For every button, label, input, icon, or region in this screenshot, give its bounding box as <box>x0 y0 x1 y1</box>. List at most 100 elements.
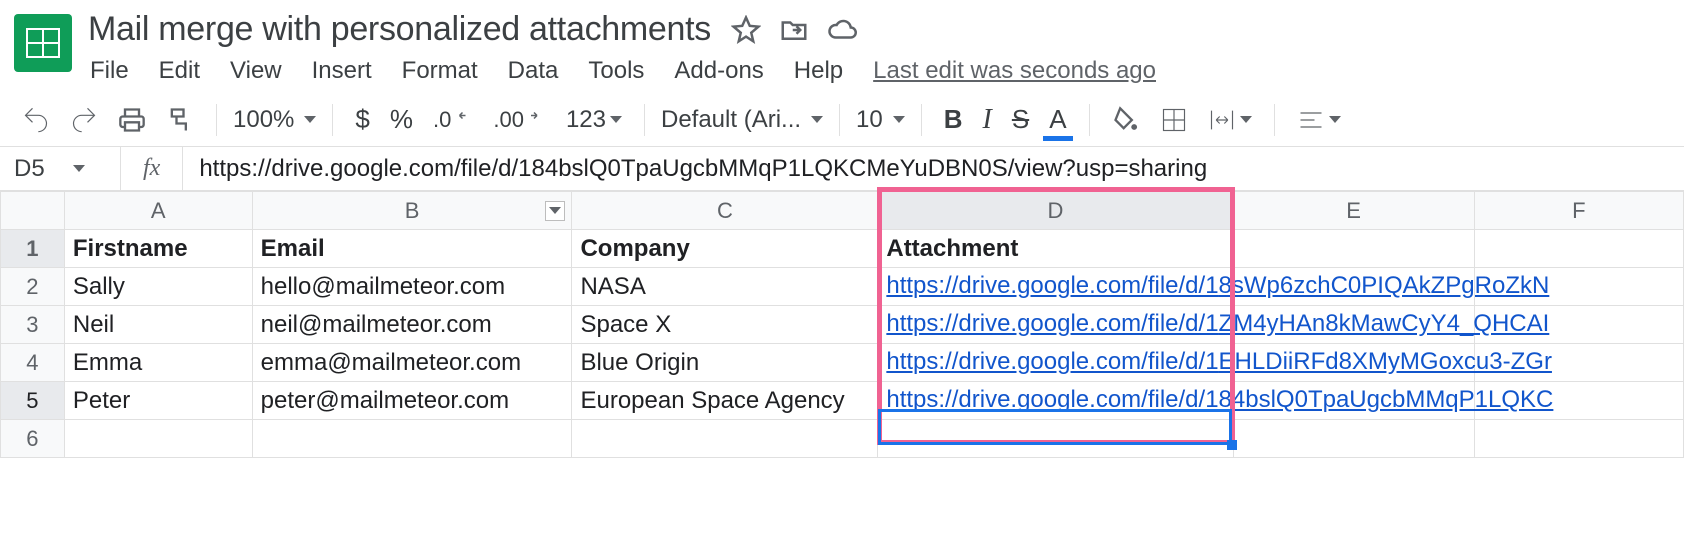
row-number[interactable]: 5 <box>1 382 65 420</box>
attachment-link[interactable]: https://drive.google.com/file/d/1EHLDiiR… <box>886 348 1552 375</box>
row-number[interactable]: 6 <box>1 420 65 458</box>
table-row: 5 Peter peter@mailmeteor.com European Sp… <box>1 382 1684 420</box>
table-row: 4 Emma emma@mailmeteor.com Blue Origin h… <box>1 344 1684 382</box>
menu-addons[interactable]: Add-ons <box>674 57 763 85</box>
paint-format-button[interactable] <box>160 102 200 138</box>
chevron-down-icon <box>811 116 823 123</box>
document-title[interactable]: Mail merge with personalized attachments <box>86 10 713 49</box>
move-to-folder-icon[interactable] <box>779 15 809 45</box>
cell[interactable] <box>1474 230 1683 268</box>
col-header-D[interactable]: D <box>878 192 1233 230</box>
row-number[interactable]: 3 <box>1 306 65 344</box>
cell[interactable]: Company <box>572 230 878 268</box>
attachment-link[interactable]: https://drive.google.com/file/d/184bslQ0… <box>886 386 1553 413</box>
horizontal-align-button[interactable] <box>1291 102 1347 138</box>
merge-cells-button[interactable] <box>1202 102 1258 138</box>
cell[interactable]: NASA <box>572 268 878 306</box>
column-header-row: A B C D E F <box>1 192 1684 230</box>
menu-view[interactable]: View <box>230 57 282 85</box>
redo-button[interactable] <box>64 102 104 138</box>
cell[interactable] <box>252 420 572 458</box>
cell[interactable]: Space X <box>572 306 878 344</box>
cell[interactable]: Peter <box>64 382 252 420</box>
header-row: 1 Firstname Email Company Attachment <box>1 230 1684 268</box>
col-header-F[interactable]: F <box>1474 192 1683 230</box>
col-header-E[interactable]: E <box>1233 192 1474 230</box>
increase-decimal-button[interactable]: .00 <box>487 103 552 137</box>
chevron-down-icon <box>893 116 905 123</box>
cell[interactable]: Emma <box>64 344 252 382</box>
cell-active[interactable]: https://drive.google.com/file/d/184bslQ0… <box>878 382 1233 420</box>
print-button[interactable] <box>112 102 152 138</box>
cell[interactable]: emma@mailmeteor.com <box>252 344 572 382</box>
col-header-B[interactable]: B <box>252 192 572 230</box>
attachment-link[interactable]: https://drive.google.com/file/d/1ZM4yHAn… <box>886 310 1549 337</box>
fill-color-button[interactable] <box>1106 102 1146 138</box>
format-percent-button[interactable]: % <box>384 100 419 139</box>
cell[interactable]: Email <box>252 230 572 268</box>
cell[interactable]: neil@mailmeteor.com <box>252 306 572 344</box>
table-row: 6 <box>1 420 1684 458</box>
undo-button[interactable] <box>16 102 56 138</box>
row-number[interactable]: 2 <box>1 268 65 306</box>
chevron-down-icon <box>304 116 316 123</box>
cell[interactable]: hello@mailmeteor.com <box>252 268 572 306</box>
last-edit-link[interactable]: Last edit was seconds ago <box>873 57 1156 85</box>
title-bar: Mail merge with personalized attachments… <box>0 0 1684 93</box>
format-currency-button[interactable]: $ <box>349 100 375 139</box>
row-number[interactable]: 1 <box>1 230 65 268</box>
borders-button[interactable] <box>1154 102 1194 138</box>
cell[interactable]: peter@mailmeteor.com <box>252 382 572 420</box>
cell[interactable] <box>1474 420 1683 458</box>
menu-file[interactable]: File <box>90 57 129 85</box>
cell[interactable] <box>878 420 1233 458</box>
menu-bar: File Edit View Insert Format Data Tools … <box>86 53 1156 93</box>
cell[interactable]: Neil <box>64 306 252 344</box>
table-row: 2 Sally hello@mailmeteor.com NASA https:… <box>1 268 1684 306</box>
chevron-down-icon <box>1329 116 1341 123</box>
decrease-decimal-button[interactable]: .0 <box>427 103 479 137</box>
chevron-down-icon <box>610 116 622 123</box>
menu-data[interactable]: Data <box>508 57 559 85</box>
menu-format[interactable]: Format <box>402 57 478 85</box>
bold-button[interactable]: B <box>938 100 969 139</box>
cell[interactable] <box>1233 420 1474 458</box>
cloud-status-icon[interactable] <box>827 15 857 45</box>
formula-input[interactable]: https://drive.google.com/file/d/184bslQ0… <box>183 155 1207 183</box>
more-formats-button[interactable]: 123 <box>560 102 628 138</box>
cell[interactable]: https://drive.google.com/file/d/1EHLDiiR… <box>878 344 1233 382</box>
filter-dropdown-icon[interactable] <box>545 201 565 221</box>
font-family-select[interactable]: Default (Ari... <box>661 106 823 134</box>
spreadsheet-grid[interactable]: A B C D E F 1 Firstname Email Company At… <box>0 191 1684 458</box>
cell[interactable] <box>572 420 878 458</box>
row-number[interactable]: 4 <box>1 344 65 382</box>
col-header-C[interactable]: C <box>572 192 878 230</box>
cell[interactable]: Attachment <box>878 230 1233 268</box>
zoom-select[interactable]: 100% <box>233 106 316 134</box>
cell[interactable]: https://drive.google.com/file/d/1ZM4yHAn… <box>878 306 1233 344</box>
menu-insert[interactable]: Insert <box>312 57 372 85</box>
cell[interactable]: Blue Origin <box>572 344 878 382</box>
text-color-button[interactable]: A <box>1043 100 1072 139</box>
cell[interactable] <box>1233 230 1474 268</box>
col-header-A[interactable]: A <box>64 192 252 230</box>
font-size-select[interactable]: 10 <box>856 106 905 134</box>
menu-edit[interactable]: Edit <box>159 57 200 85</box>
chevron-down-icon <box>1240 116 1252 123</box>
table-row: 3 Neil neil@mailmeteor.com Space X https… <box>1 306 1684 344</box>
strike-button[interactable]: S <box>1006 100 1035 139</box>
attachment-link[interactable]: https://drive.google.com/file/d/18sWp6zc… <box>886 272 1549 299</box>
cell[interactable] <box>64 420 252 458</box>
cell[interactable]: Sally <box>64 268 252 306</box>
menu-help[interactable]: Help <box>794 57 843 85</box>
italic-button[interactable]: I <box>977 100 998 140</box>
select-all-corner[interactable] <box>1 192 65 230</box>
star-icon[interactable] <box>731 15 761 45</box>
cell[interactable]: Firstname <box>64 230 252 268</box>
menu-tools[interactable]: Tools <box>588 57 644 85</box>
name-box[interactable]: D5 <box>0 155 120 183</box>
cell[interactable]: https://drive.google.com/file/d/18sWp6zc… <box>878 268 1233 306</box>
fill-handle[interactable] <box>1227 440 1237 450</box>
cell[interactable]: European Space Agency <box>572 382 878 420</box>
sheets-logo-icon[interactable] <box>14 14 72 72</box>
